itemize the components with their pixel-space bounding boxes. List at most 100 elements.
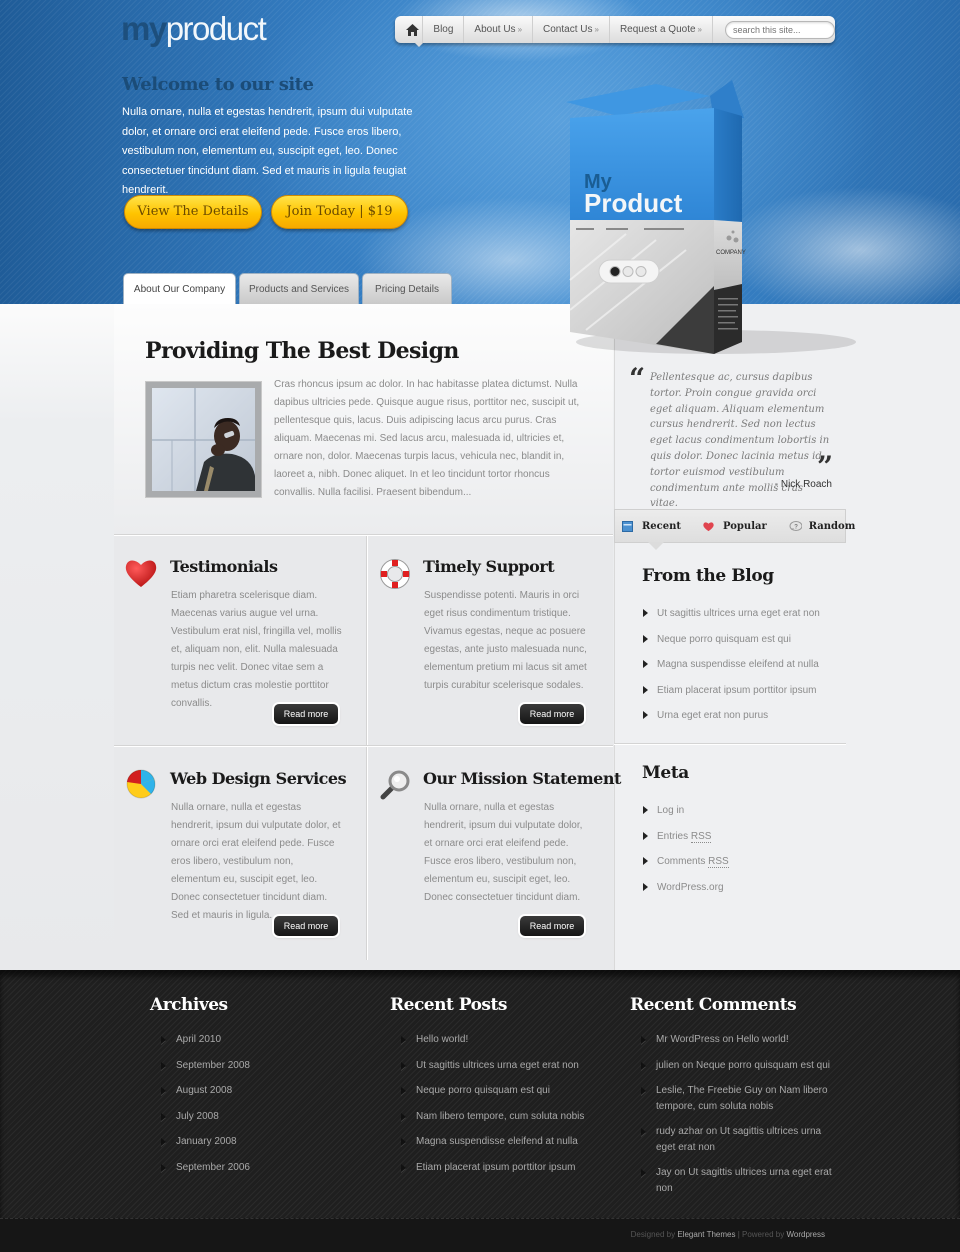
service-title-testimonials: Testimonials — [170, 557, 278, 576]
read-more-button[interactable]: Read more — [520, 916, 584, 936]
recent-post-item[interactable]: Ut sagittis ultrices urna eget erat non — [400, 1058, 600, 1074]
sidebar-post-tabs: Recent Popular ? Random — [614, 509, 855, 550]
view-details-button[interactable]: View The Details — [124, 195, 262, 229]
wordpress-link[interactable]: Wordpress — [786, 1230, 825, 1239]
archive-item[interactable]: September 2006 — [160, 1160, 360, 1176]
tab-about-our-company[interactable]: About Our Company — [123, 273, 236, 304]
product-box-image: COMPANY My Product — [566, 80, 856, 360]
bullet-arrow-icon — [643, 660, 648, 668]
read-more-button[interactable]: Read more — [520, 704, 584, 724]
bullet-arrow-icon — [643, 634, 648, 643]
blog-link[interactable]: Magna suspendisse eleifend at nulla — [657, 659, 819, 670]
heart-icon — [124, 556, 158, 590]
businessman-photo — [152, 388, 255, 491]
bullet-arrow-icon — [641, 1061, 646, 1070]
archive-item[interactable]: August 2008 — [160, 1083, 360, 1099]
meta-list-item[interactable]: Entries RSS — [642, 830, 729, 857]
recent-comment-item[interactable]: rudy azhar on Ut sagittis ultrices urna … — [640, 1124, 840, 1155]
recent-comment-item-link[interactable]: rudy azhar on Ut sagittis ultrices urna … — [656, 1124, 840, 1155]
archive-item[interactable]: September 2008 — [160, 1058, 360, 1074]
recent-comment-item[interactable]: julien on Neque porro quisquam est qui — [640, 1058, 840, 1074]
bullet-arrow-icon — [161, 1061, 166, 1070]
lifebuoy-icon — [378, 557, 412, 591]
recent-comment-item-link[interactable]: Jay on Ut sagittis ultrices urna eget er… — [656, 1165, 840, 1196]
read-more-button[interactable]: Read more — [274, 916, 338, 936]
archive-item[interactable]: April 2010 — [160, 1032, 360, 1048]
meta-login-link[interactable]: Log in — [657, 805, 684, 816]
slider-dot[interactable] — [622, 266, 634, 277]
blog-link[interactable]: Urna eget erat non purus — [657, 710, 768, 721]
pie-chart-icon — [124, 767, 158, 801]
archive-item-link[interactable]: September 2008 — [176, 1058, 250, 1074]
recent-comment-item[interactable]: Jay on Ut sagittis ultrices urna eget er… — [640, 1165, 840, 1196]
recent-post-item-link[interactable]: Nam libero tempore, cum soluta nobis — [416, 1109, 584, 1125]
meta-entries-rss-link[interactable]: Entries RSS — [657, 830, 712, 843]
tab-popular[interactable]: Popular — [703, 521, 767, 532]
recent-comment-item-link[interactable]: Mr WordPress on Hello world! — [656, 1032, 789, 1048]
nav-home[interactable] — [403, 16, 424, 47]
blog-list-item[interactable]: Magna suspendisse eleifend at nulla — [642, 659, 820, 685]
archive-item-link[interactable]: September 2006 — [176, 1160, 250, 1176]
recent-post-item[interactable]: Hello world! — [400, 1032, 600, 1048]
nav-blog[interactable]: Blog — [423, 16, 465, 43]
blog-link[interactable]: Ut sagittis ultrices urna eget erat non — [657, 608, 820, 619]
blog-list-item[interactable]: Ut sagittis ultrices urna eget erat non — [642, 608, 820, 634]
elegant-themes-link[interactable]: Elegant Themes — [677, 1230, 735, 1239]
nav-request-quote[interactable]: Request a Quote» — [610, 16, 713, 43]
archive-item-link[interactable]: April 2010 — [176, 1032, 221, 1048]
blog-link[interactable]: Neque porro quisquam est qui — [657, 634, 791, 645]
meta-list-item[interactable]: Log in — [642, 805, 729, 831]
join-today-button[interactable]: Join Today | $19 — [271, 195, 408, 229]
blog-list-item[interactable]: Urna eget erat non purus — [642, 710, 820, 736]
quote-open-icon: “ — [629, 362, 646, 395]
recent-comment-item[interactable]: Leslie, The Freebie Guy on Nam libero te… — [640, 1083, 840, 1114]
meta-list-item[interactable]: Comments RSS — [642, 856, 729, 882]
recent-post-item-link[interactable]: Hello world! — [416, 1032, 468, 1048]
service-title-timely-support: Timely Support — [423, 557, 555, 576]
blog-link[interactable]: Etiam placerat ipsum porttitor ipsum — [657, 685, 817, 696]
archive-item[interactable]: January 2008 — [160, 1134, 360, 1150]
nav-contact-us-label: Contact Us — [543, 24, 593, 35]
archive-item-link[interactable]: August 2008 — [176, 1083, 232, 1099]
archive-item-link[interactable]: July 2008 — [176, 1109, 219, 1125]
recent-post-item-link[interactable]: Neque porro quisquam est qui — [416, 1083, 550, 1099]
nav-request-quote-label: Request a Quote — [619, 24, 696, 35]
nav-about-us-label: About Us — [474, 24, 516, 35]
archive-item-link[interactable]: January 2008 — [176, 1134, 237, 1150]
blog-list-item[interactable]: Neque porro quisquam est qui — [642, 634, 820, 660]
recent-post-item-link[interactable]: Ut sagittis ultrices urna eget erat non — [416, 1058, 579, 1074]
tab-popular-label: Popular — [723, 520, 767, 532]
tab-products-and-services[interactable]: Products and Services — [239, 273, 359, 304]
slider-dot[interactable] — [609, 266, 621, 277]
recent-post-item[interactable]: Nam libero tempore, cum soluta nobis — [400, 1109, 600, 1125]
site-logo[interactable]: myproduct — [121, 10, 267, 48]
meta-list-item[interactable]: WordPress.org — [642, 882, 729, 908]
box-company-text: COMPANY — [716, 250, 746, 256]
nav-contact-us[interactable]: Contact Us» — [533, 16, 610, 43]
archive-item[interactable]: July 2008 — [160, 1109, 360, 1125]
meta-comments-rss-link[interactable]: Comments RSS — [657, 856, 729, 868]
intro-text: Nulla ornare, nulla et egestas hendrerit… — [122, 106, 413, 196]
recent-comment-item-link[interactable]: Leslie, The Freebie Guy on Nam libero te… — [656, 1083, 840, 1114]
tab-recent-label: Recent — [642, 520, 682, 532]
nav-about-us[interactable]: About Us» — [464, 16, 534, 43]
recent-post-item-link[interactable]: Magna suspendisse eleifend at nulla — [416, 1134, 578, 1150]
meta-wordpress-link[interactable]: WordPress.org — [657, 882, 724, 893]
recent-comment-item-link[interactable]: julien on Neque porro quisquam est qui — [656, 1058, 830, 1074]
feature-photo — [145, 381, 262, 498]
tab-pricing-details[interactable]: Pricing Details — [362, 273, 452, 304]
recent-post-item-link[interactable]: Etiam placerat ipsum porttitor ipsum — [416, 1160, 576, 1176]
blog-list-item[interactable]: Etiam placerat ipsum porttitor ipsum — [642, 685, 820, 711]
recent-post-item[interactable]: Magna suspendisse eleifend at nulla — [400, 1134, 600, 1150]
bullet-arrow-icon — [643, 831, 648, 840]
search-input[interactable] — [725, 20, 835, 39]
recent-comment-item[interactable]: Mr WordPress on Hello world! — [640, 1032, 840, 1048]
recent-post-item[interactable]: Neque porro quisquam est qui — [400, 1083, 600, 1099]
tab-recent[interactable]: Recent — [622, 520, 682, 532]
slider-dot[interactable] — [635, 266, 647, 277]
service-text-web-design: Nulla ornare, nulla et egestas hendrerit… — [171, 802, 341, 921]
bullet-arrow-icon — [643, 882, 648, 891]
read-more-button[interactable]: Read more — [274, 704, 338, 724]
recent-post-item[interactable]: Etiam placerat ipsum porttitor ipsum — [400, 1160, 600, 1176]
tab-random[interactable]: ? Random — [789, 520, 855, 532]
